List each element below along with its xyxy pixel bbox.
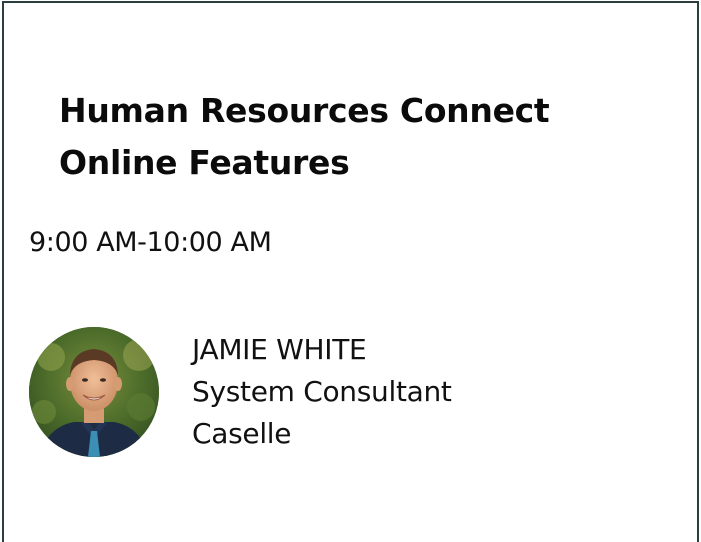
speaker-role: System Consultant <box>192 375 452 408</box>
session-time: 9:00 AM-10:00 AM <box>29 227 272 258</box>
speaker-photo-icon <box>29 327 159 457</box>
session-card: Human Resources Connect Online Features … <box>2 1 699 542</box>
speaker-block: JAMIE WHITE System Consultant Caselle <box>29 327 669 459</box>
speaker-name: JAMIE WHITE <box>192 333 367 366</box>
speaker-company: Caselle <box>192 417 292 450</box>
speaker-info: JAMIE WHITE System Consultant Caselle <box>192 329 452 455</box>
speaker-avatar <box>29 327 159 457</box>
session-title-line2: Online Features <box>59 143 350 182</box>
session-title: Human Resources Connect Online Features <box>59 85 679 189</box>
session-title-line1: Human Resources Connect <box>59 91 550 130</box>
